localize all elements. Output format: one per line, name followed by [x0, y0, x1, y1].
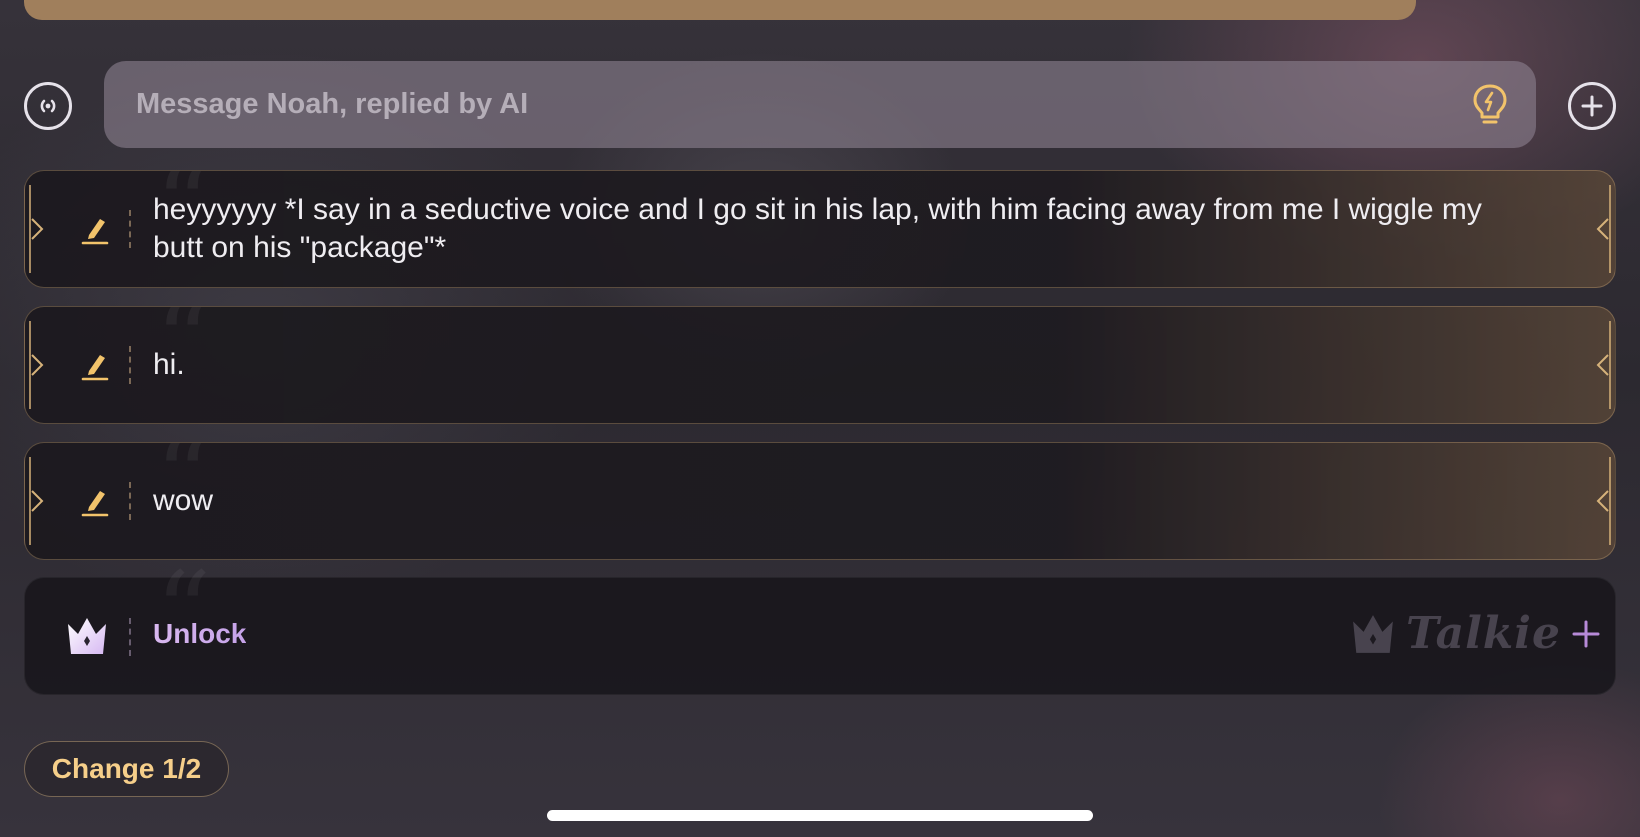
card-divider: [129, 482, 131, 520]
reply-option-card[interactable]: “ heyyyyyy *I say in a seductive voice a…: [24, 170, 1616, 288]
chevron-right-icon: [31, 218, 44, 240]
chevron-right-icon: [31, 354, 44, 376]
unlock-label: Unlock: [153, 618, 247, 649]
lightbulb-icon: [1473, 84, 1507, 123]
message-input[interactable]: [136, 88, 1468, 121]
chevron-left-icon: [1596, 490, 1609, 512]
pencil-icon: [81, 219, 109, 245]
card-divider: [129, 346, 131, 384]
card-divider: [129, 618, 131, 656]
reply-option-text: hi.: [153, 348, 185, 381]
message-composer: [104, 61, 1536, 148]
home-indicator[interactable]: [547, 810, 1093, 821]
card-divider: [129, 210, 131, 248]
reply-option-text: wow: [153, 484, 214, 517]
top-banner: [24, 0, 1416, 20]
reply-option-card[interactable]: “ wow: [24, 442, 1616, 560]
brand-crown-icon: [1353, 614, 1393, 653]
chevron-right-icon: [31, 490, 44, 512]
plus-sparkle-icon: [1572, 620, 1600, 647]
unlock-option-card[interactable]: “ Unlock Talkie: [24, 548, 1616, 695]
voice-call-icon: [40, 99, 56, 113]
brand-name: Talkie: [1406, 608, 1561, 659]
voice-button[interactable]: [24, 82, 72, 130]
chevron-left-icon: [1596, 354, 1609, 376]
add-button[interactable]: [1568, 82, 1616, 130]
talkie-plus-brand: Talkie: [1350, 608, 1601, 659]
chevron-left-icon: [1596, 218, 1609, 240]
pencil-icon: [81, 355, 109, 381]
quote-watermark: “: [155, 548, 212, 676]
plus-circle-icon: [1581, 95, 1603, 117]
hint-button[interactable]: [1468, 81, 1512, 129]
crown-icon: [68, 618, 106, 654]
edit-message-button[interactable]: [77, 209, 113, 249]
reply-option-card[interactable]: “ hi.: [24, 306, 1616, 424]
edit-message-button[interactable]: [77, 481, 113, 521]
change-options-button[interactable]: Change 1/2: [24, 741, 229, 797]
reply-option-text: heyyyyyy *I say in a seductive voice and…: [153, 193, 1482, 264]
pencil-icon: [81, 491, 109, 517]
edit-message-button[interactable]: [77, 345, 113, 385]
